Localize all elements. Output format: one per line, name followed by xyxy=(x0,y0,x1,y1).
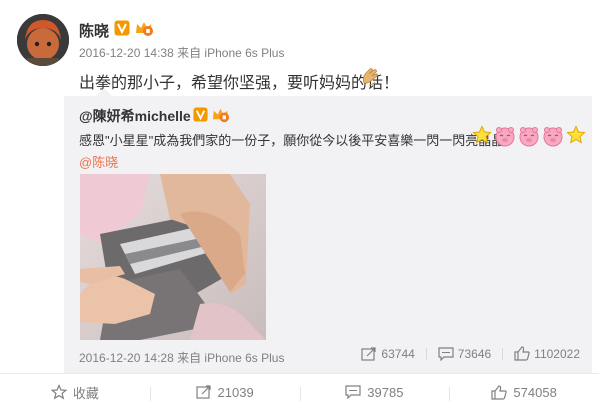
star-emoji-icon xyxy=(472,125,492,144)
pig-emoji-icon xyxy=(519,127,539,147)
star-emoji-icon xyxy=(566,125,586,144)
repost-text: 感恩"小星星"成為我們家的一份子，願你從今以後平安喜樂一閃一閃亮晶晶 xyxy=(79,133,505,148)
author-avatar[interactable] xyxy=(17,14,69,66)
author-name[interactable]: 陈晓 xyxy=(79,20,109,41)
share-icon xyxy=(361,346,377,361)
star-outline-icon xyxy=(50,384,67,400)
repost-photo[interactable] xyxy=(80,174,266,340)
vip-crown-icon[interactable] xyxy=(134,18,154,38)
repost-verified-badge-icon xyxy=(193,107,208,122)
repost-pointer xyxy=(96,88,112,96)
post-source: 来自 iPhone 6s Plus xyxy=(177,46,285,60)
repost-vip-crown-icon[interactable] xyxy=(211,105,230,124)
repost-count: 21039 xyxy=(217,384,254,400)
pig-emoji-icon xyxy=(543,127,563,147)
repost-author-name[interactable]: @陳妍希michelle xyxy=(79,106,191,126)
comment-button[interactable]: 39785 xyxy=(299,384,450,401)
repost-stats: 63744 73646 1102022 xyxy=(361,346,580,361)
comment-icon xyxy=(438,346,454,361)
repost-share-value: 63744 xyxy=(381,346,415,361)
repost-source: 来自 iPhone 6s Plus xyxy=(177,351,285,365)
repost-share-count[interactable]: 63744 xyxy=(361,346,415,361)
repost-comment-value: 73646 xyxy=(457,346,492,361)
comment-icon xyxy=(345,385,361,399)
repost-mention-link[interactable]: @陈晓 xyxy=(79,152,118,171)
repost-card: @陳妍希michelle 感恩"小星星"成為我們家的一份子，願你從今以後平安喜樂… xyxy=(64,96,592,373)
action-bar: 收藏 21039 39785 574058 xyxy=(0,373,599,410)
thumbs-up-icon xyxy=(514,346,530,361)
repost-like-value: 1102022 xyxy=(534,346,580,361)
post-meta: 2016-12-20 14:38 来自 iPhone 6s Plus xyxy=(79,44,284,61)
thumbs-up-icon xyxy=(491,384,508,400)
repost-meta: 2016-12-20 14:28 来自 iPhone 6s Plus xyxy=(79,349,284,366)
repost-emoji-row xyxy=(472,125,586,147)
comment-count: 39785 xyxy=(367,384,404,400)
favorite-label: 收藏 xyxy=(72,385,99,401)
stat-divider xyxy=(502,347,504,360)
verified-badge-icon xyxy=(114,20,130,36)
stat-divider xyxy=(425,347,427,360)
repost-button[interactable]: 21039 xyxy=(149,384,300,401)
post-text: 出拳的那小子，希望你坚强，要听妈妈的话！ xyxy=(79,75,400,92)
clap-hands-emoji-icon xyxy=(360,65,382,87)
share-icon xyxy=(195,385,211,399)
favorite-button[interactable]: 收藏 xyxy=(0,383,150,402)
repost-comment-count[interactable]: 73646 xyxy=(438,347,491,361)
post-time[interactable]: 2016-12-20 14:38 xyxy=(79,46,174,60)
pig-emoji-icon xyxy=(495,127,515,147)
repost-like-count[interactable]: 1102022 xyxy=(514,346,580,361)
like-button[interactable]: 574058 xyxy=(449,384,599,401)
like-count: 574058 xyxy=(513,384,557,400)
repost-time[interactable]: 2016-12-20 14:28 xyxy=(79,351,174,365)
